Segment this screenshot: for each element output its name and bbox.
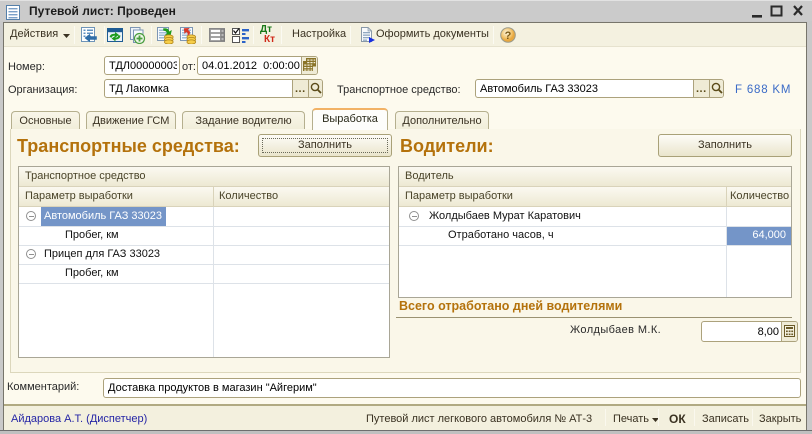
svg-text:?: ?: [505, 30, 512, 42]
